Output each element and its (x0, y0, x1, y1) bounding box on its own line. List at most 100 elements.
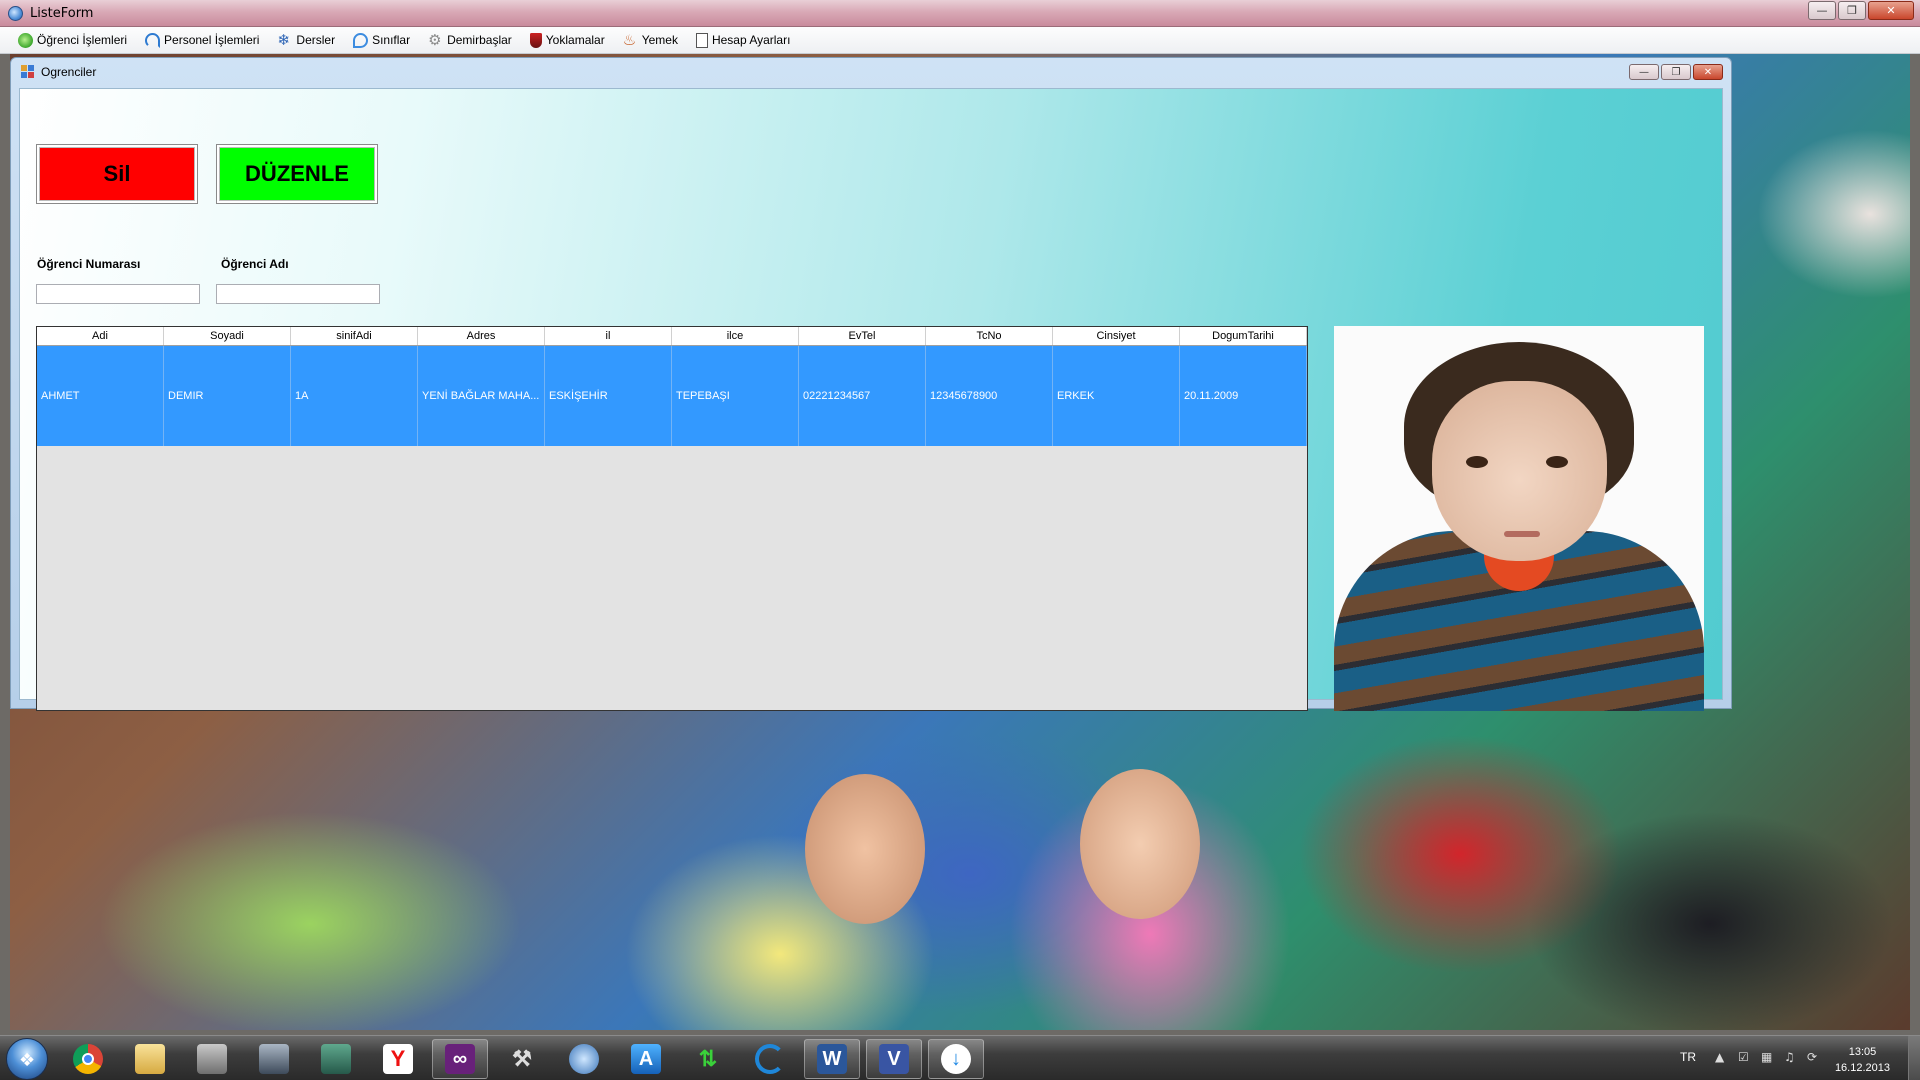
food-icon: ♨ (622, 31, 637, 49)
app-icon (8, 6, 23, 21)
menu-yemek[interactable]: ♨ Yemek (621, 31, 680, 50)
column-header[interactable]: Cinsiyet (1053, 327, 1180, 345)
system-tray: TR ▲ ☑ ▦ ♫ ⟳ 13:05 16.12.2013 (1660, 1036, 1920, 1080)
start-button[interactable]: ❖ (6, 1038, 48, 1080)
menu-label: Yoklamalar (545, 33, 605, 47)
taskbar: ❖ Y ∞ ⚒ A ⇅ W V ↓ TR ▲ ☑ ▦ ♫ ⟳ 13:05 16.… (0, 1035, 1920, 1080)
photo-eye (1466, 456, 1488, 468)
explorer-icon[interactable] (122, 1039, 178, 1079)
media-icon[interactable] (246, 1039, 302, 1079)
menu-ogrenci-islemleri[interactable]: Öğrenci İşlemleri (16, 31, 129, 50)
snowflake-icon: ❄ (277, 31, 290, 49)
table-cell[interactable]: ERKEK (1053, 346, 1180, 446)
ring-icon (353, 32, 369, 48)
child-window-titlebar[interactable]: Ogrenciler — ❐ ✕ (11, 58, 1731, 85)
close-button[interactable]: ✕ (1868, 1, 1914, 20)
delete-button[interactable]: Sil (36, 144, 198, 204)
chrome-icon[interactable] (60, 1039, 116, 1079)
menu-label: Öğrenci İşlemleri (37, 33, 128, 47)
window-caption-buttons: — ❐ ✕ (1808, 1, 1914, 20)
word-icon[interactable]: W (804, 1039, 860, 1079)
table-cell[interactable]: 02221234567 (799, 346, 926, 446)
student-name-label: Öğrenci Adı (221, 257, 289, 271)
child-caption-buttons: — ❐ ✕ (1629, 64, 1723, 80)
table-cell[interactable]: TEPEBAŞI (672, 346, 799, 446)
window-title: ListeForm (30, 6, 94, 21)
refresh-arrow-icon (145, 32, 161, 48)
document-icon (695, 32, 708, 48)
column-header[interactable]: EvTel (799, 327, 926, 345)
background-child-face (1080, 769, 1200, 919)
table-cell[interactable]: ESKİŞEHİR (545, 346, 672, 446)
student-photo (1334, 326, 1704, 711)
student-number-label: Öğrenci Numarası (37, 257, 141, 271)
students-data-grid[interactable]: Adi Soyadi sinifAdi Adres il ilce EvTel … (36, 326, 1308, 711)
form-icon (21, 65, 35, 78)
windows-logo-icon: ❖ (19, 1050, 36, 1071)
menu-hesap-ayarlari[interactable]: Hesap Ayarları (694, 31, 793, 50)
child-maximize-button[interactable]: ❐ (1661, 64, 1691, 80)
menu-strip: Öğrenci İşlemleri Personel İşlemleri ❄ D… (0, 27, 1920, 54)
column-header[interactable]: Adi (37, 327, 164, 345)
column-header[interactable]: TcNo (926, 327, 1053, 345)
grid-header-row: Adi Soyadi sinifAdi Adres il ilce EvTel … (37, 327, 1307, 346)
navigation-icon[interactable]: A (618, 1039, 674, 1079)
menu-yoklamalar[interactable]: Yoklamalar (528, 31, 607, 50)
security-icon[interactable]: ☑ (1738, 1050, 1749, 1064)
show-desktop-button[interactable] (1908, 1036, 1920, 1080)
update-icon[interactable]: ⟳ (1807, 1050, 1817, 1064)
blank-app-icon[interactable] (556, 1039, 612, 1079)
menu-personel-islemleri[interactable]: Personel İşlemleri (143, 31, 261, 50)
photo-eye (1546, 456, 1568, 468)
yandex-icon[interactable]: Y (370, 1039, 426, 1079)
shield-icon (529, 32, 542, 48)
menu-label: Personel İşlemleri (164, 33, 260, 47)
menu-demirbaslar[interactable]: ⚙ Demirbaşlar (426, 31, 514, 50)
column-header[interactable]: Adres (418, 327, 545, 345)
ccleaner-icon[interactable] (742, 1039, 798, 1079)
child-close-button[interactable]: ✕ (1693, 64, 1723, 80)
db-tools-icon[interactable] (184, 1039, 240, 1079)
volume-icon[interactable]: ♫ (1784, 1050, 1795, 1064)
tools-icon[interactable]: ⚒ (494, 1039, 550, 1079)
column-header[interactable]: DogumTarihi (1180, 327, 1307, 345)
minimize-button[interactable]: — (1808, 1, 1836, 20)
clock-date: 16.12.2013 (1834, 1062, 1890, 1074)
table-row[interactable]: AHMET DEMIR 1A YENİ BAĞLAR MAHA... ESKİŞ… (37, 346, 1307, 446)
download-icon[interactable]: ↓ (928, 1039, 984, 1079)
menu-label: Demirbaşlar (447, 33, 512, 47)
child-window-title: Ogrenciler (41, 65, 97, 79)
table-cell[interactable]: 1A (291, 346, 418, 446)
table-cell[interactable]: YENİ BAĞLAR MAHA... (418, 346, 545, 446)
network-icon[interactable]: ▦ (1761, 1050, 1772, 1064)
show-hidden-icons-icon[interactable]: ▲ (1715, 1050, 1724, 1064)
column-header[interactable]: sinifAdi (291, 327, 418, 345)
menu-label: Hesap Ayarları (711, 33, 791, 47)
main-window-titlebar[interactable]: ListeForm — ❐ ✕ (0, 0, 1920, 27)
table-cell[interactable]: AHMET (37, 346, 164, 446)
column-header[interactable]: Soyadi (164, 327, 291, 345)
language-indicator[interactable]: TR (1680, 1050, 1696, 1064)
app-icon[interactable] (308, 1039, 364, 1079)
child-minimize-button[interactable]: — (1629, 64, 1659, 80)
gear-icon: ⚙ (428, 31, 442, 49)
visual-studio-icon[interactable]: ∞ (432, 1039, 488, 1079)
table-cell[interactable]: 12345678900 (926, 346, 1053, 446)
clock[interactable]: 13:05 16.12.2013 (1835, 1044, 1890, 1076)
column-header[interactable]: ilce (672, 327, 799, 345)
menu-label: Yemek (641, 33, 678, 47)
menu-siniflar[interactable]: Sınıflar (351, 31, 412, 50)
table-cell[interactable]: DEMIR (164, 346, 291, 446)
edit-button[interactable]: DÜZENLE (216, 144, 378, 204)
child-client-area: Sil DÜZENLE Öğrenci Numarası Öğrenci Adı… (19, 88, 1723, 711)
visio-icon[interactable]: V (866, 1039, 922, 1079)
student-name-input[interactable] (216, 284, 380, 304)
menu-dersler[interactable]: ❄ Dersler (275, 31, 337, 50)
transfer-icon[interactable]: ⇅ (680, 1039, 736, 1079)
menu-label: Dersler (296, 33, 336, 47)
column-header[interactable]: il (545, 327, 672, 345)
maximize-button[interactable]: ❐ (1838, 1, 1866, 20)
menu-label: Sınıflar (372, 33, 411, 47)
table-cell[interactable]: 20.11.2009 (1180, 346, 1307, 446)
student-number-input[interactable] (36, 284, 200, 304)
